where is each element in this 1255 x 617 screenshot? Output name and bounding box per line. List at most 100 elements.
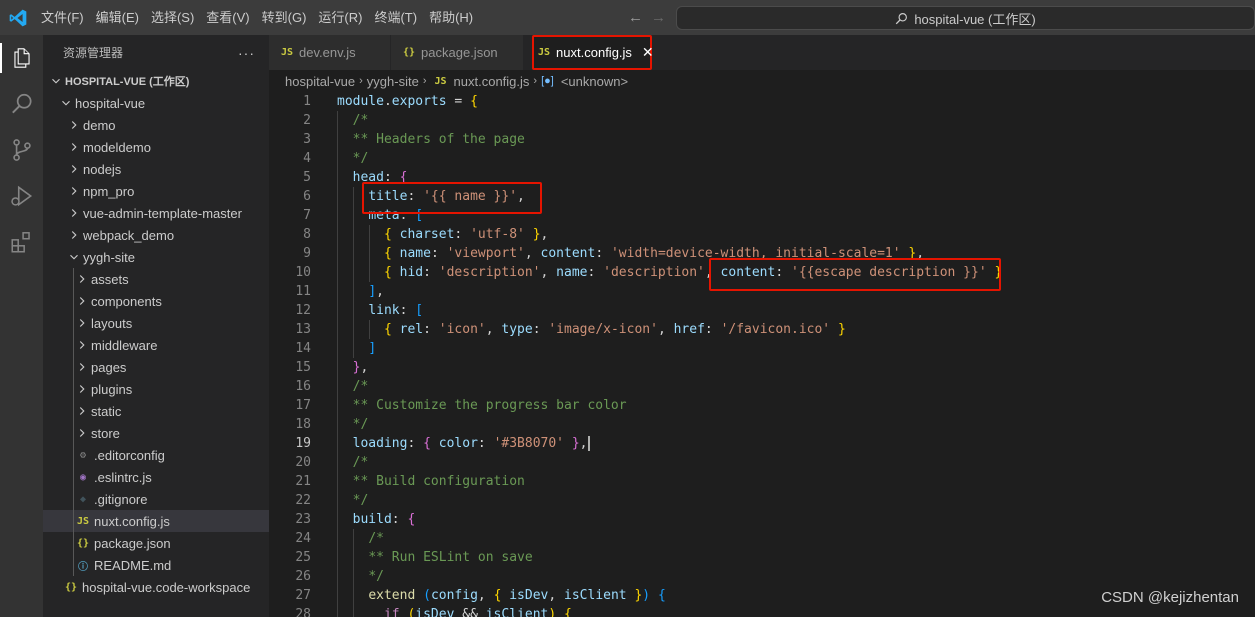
menu-selection[interactable]: 选择(S) <box>145 0 200 35</box>
code-editor[interactable]: 1 module.exports = { 2 /* 3 ** Headers of… <box>269 92 1255 617</box>
indent-guide <box>73 554 74 576</box>
code-line: 17 ** Customize the progress bar color <box>269 396 1255 415</box>
indent-guide <box>73 444 74 466</box>
indent-guide <box>73 488 74 510</box>
tree-label: README.md <box>94 557 172 573</box>
chevron-right-icon <box>75 294 89 308</box>
chevron-right-icon <box>75 360 89 374</box>
extensions-icon[interactable] <box>0 219 43 265</box>
tree-folder-modeldemo[interactable]: modeldemo <box>43 136 269 158</box>
more-actions-icon[interactable]: ··· <box>238 45 255 61</box>
menu-edit[interactable]: 编辑(E) <box>90 0 145 35</box>
code-line: 22 */ <box>269 491 1255 510</box>
chevron-right-icon <box>75 338 89 352</box>
tree-folder-layouts[interactable]: layouts <box>43 312 269 334</box>
breadcrumb-item[interactable]: hospital-vue <box>285 74 355 89</box>
tab-package-json[interactable]: {} package.json <box>391 35 524 70</box>
command-center-search[interactable]: hospital-vue (工作区) <box>676 6 1255 30</box>
tree-folder-vue-admin-template-master[interactable]: vue-admin-template-master <box>43 202 269 224</box>
tree-folder-assets[interactable]: assets <box>43 268 269 290</box>
tree-file-eslintrc[interactable]: ◉ .eslintrc.js <box>43 466 269 488</box>
tree-folder-yygh-site[interactable]: yygh-site <box>43 246 269 268</box>
indent-guide <box>73 334 74 356</box>
explorer-title: 资源管理器 <box>63 46 124 60</box>
code-line: 8 { charset: 'utf-8' }, <box>269 225 1255 244</box>
breadcrumb: hospital-vue › yygh-site › JS nuxt.confi… <box>269 70 1255 92</box>
search-label: hospital-vue (工作区) <box>914 11 1036 27</box>
tree-label: nodejs <box>83 161 122 177</box>
tree-label: yygh-site <box>83 249 136 265</box>
code-line: 1 module.exports = { <box>269 92 1255 111</box>
menu-terminal[interactable]: 终端(T) <box>368 0 423 35</box>
tree-folder-webpack-demo[interactable]: webpack_demo <box>43 224 269 246</box>
tree-folder-middleware[interactable]: middleware <box>43 334 269 356</box>
tree-folder-nodejs[interactable]: nodejs <box>43 158 269 180</box>
source-control-icon[interactable] <box>0 127 43 173</box>
tree-folder-store[interactable]: store <box>43 422 269 444</box>
tree-file-package-json[interactable]: {} package.json <box>43 532 269 554</box>
indent-guide <box>73 356 74 378</box>
menu-help[interactable]: 帮助(H) <box>423 0 479 35</box>
run-debug-icon[interactable] <box>0 173 43 219</box>
breadcrumb-item[interactable]: nuxt.config.js <box>454 74 530 89</box>
tree-folder-hospital-vue[interactable]: hospital-vue <box>43 92 269 114</box>
tree-folder-pages[interactable]: pages <box>43 356 269 378</box>
chevron-right-icon: › <box>422 75 427 87</box>
tree-file-workspace[interactable]: {} hospital-vue.code-workspace <box>43 576 269 598</box>
explorer-icon[interactable] <box>0 35 43 81</box>
tree-file-readme[interactable]: ⓘ README.md <box>43 554 269 576</box>
tree-file-nuxt-config[interactable]: JS nuxt.config.js <box>43 510 269 532</box>
tree-label: layouts <box>91 315 133 331</box>
workspace-title[interactable]: HOSPITAL-VUE (工作区) <box>43 70 269 92</box>
chevron-right-icon <box>67 184 81 198</box>
menu-run[interactable]: 运行(R) <box>312 0 368 35</box>
indent-guide <box>73 378 74 400</box>
chevron-right-icon <box>67 162 81 176</box>
tree-label: .editorconfig <box>94 447 165 463</box>
code-line: 26 */ <box>269 567 1255 586</box>
chevron-right-icon <box>75 404 89 418</box>
gear-icon: ⚙ <box>79 449 87 461</box>
chevron-right-icon <box>75 316 89 330</box>
menu-view[interactable]: 查看(V) <box>200 0 255 35</box>
breadcrumb-item[interactable]: <unknown> <box>561 74 628 89</box>
code-line: 20 /* <box>269 453 1255 472</box>
info-icon: ⓘ <box>78 561 88 573</box>
tree-folder-npm-pro[interactable]: npm_pro <box>43 180 269 202</box>
line-number: 10 <box>295 265 311 280</box>
forward-arrow-icon[interactable]: → <box>651 9 666 26</box>
tree-folder-static[interactable]: static <box>43 400 269 422</box>
tree-label: pages <box>91 359 127 375</box>
close-icon[interactable]: ✕ <box>642 44 654 61</box>
tab-nuxt-config[interactable]: JS nuxt.config.js ✕ <box>532 35 654 70</box>
tree-folder-demo[interactable]: demo <box>43 114 269 136</box>
breadcrumb-item[interactable]: yygh-site <box>367 74 419 89</box>
tree-label: static <box>91 403 122 419</box>
tree-label: modeldemo <box>83 139 151 155</box>
tab-label: nuxt.config.js <box>556 45 632 60</box>
code-line: 12 link: [ <box>269 301 1255 320</box>
tab-label: package.json <box>421 45 498 60</box>
line-number: 25 <box>295 550 311 565</box>
tree-folder-components[interactable]: components <box>43 290 269 312</box>
tree-label: assets <box>91 271 129 287</box>
tree-folder-plugins[interactable]: plugins <box>43 378 269 400</box>
highlight-box-title <box>362 182 542 214</box>
tree-file-gitignore[interactable]: ◆ .gitignore <box>43 488 269 510</box>
tree-file-editorconfig[interactable]: ⚙ .editorconfig <box>43 444 269 466</box>
tab-dev-env[interactable]: JS dev.env.js <box>269 35 391 70</box>
menu-go[interactable]: 转到(G) <box>256 0 313 35</box>
javascript-file-icon: JS <box>434 75 447 87</box>
back-arrow-icon[interactable]: ← <box>628 9 643 26</box>
tree-label: demo <box>83 117 116 133</box>
line-number: 12 <box>295 303 311 318</box>
line-number: 15 <box>295 360 311 375</box>
line-number: 9 <box>303 246 311 261</box>
symbol-icon: [●] <box>541 75 554 87</box>
search-view-icon[interactable] <box>0 81 43 127</box>
line-number: 6 <box>303 189 311 204</box>
menu-file[interactable]: 文件(F) <box>35 0 90 35</box>
title-bar: 文件(F) 编辑(E) 选择(S) 查看(V) 转到(G) 运行(R) 终端(T… <box>0 0 1255 35</box>
line-number: 16 <box>295 379 311 394</box>
tree-label: nuxt.config.js <box>94 513 170 529</box>
